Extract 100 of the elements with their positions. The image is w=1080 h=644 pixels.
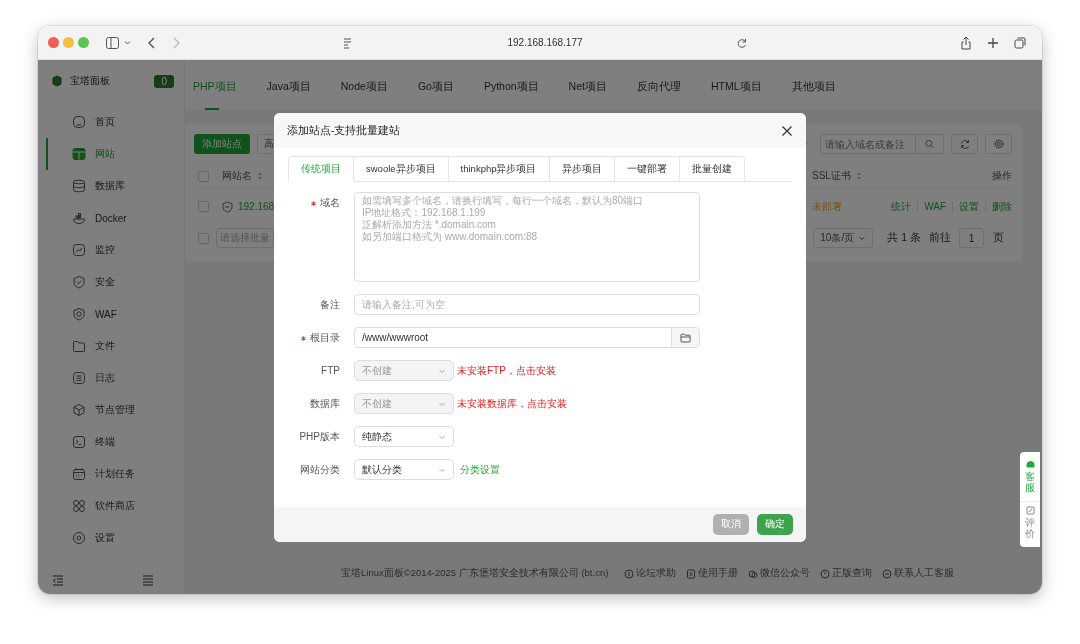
dialog-tab[interactable]: 异步项目	[549, 156, 615, 182]
plus-icon[interactable]	[987, 35, 999, 50]
dialog-title: 添加站点-支持批量建站	[287, 123, 401, 138]
dialog-tab[interactable]: 一键部署	[614, 156, 680, 182]
headset-icon	[882, 568, 893, 579]
input-field[interactable]: 请输入备注,可为空	[354, 294, 700, 315]
sidebar-item[interactable]: 终端	[46, 426, 184, 458]
footer-link[interactable]: 微信公众号	[748, 567, 811, 580]
project-tab[interactable]: 反向代理	[636, 76, 681, 110]
total-count: 共 1 条	[887, 231, 921, 245]
side-button[interactable]: 客服	[1020, 456, 1040, 497]
footer-link[interactable]: 论坛求助	[624, 567, 677, 580]
refresh-icon[interactable]	[959, 139, 970, 149]
field-label: 数据库	[310, 398, 340, 409]
settings-link[interactable]: 分类设置	[460, 459, 500, 480]
goto-label: 前往	[929, 231, 951, 245]
home-icon	[72, 115, 86, 129]
action-link[interactable]: 设置	[959, 199, 979, 214]
action-link[interactable]: 统计	[891, 199, 912, 214]
field-label: 域名	[320, 197, 340, 208]
field-label: 根目录	[310, 332, 340, 343]
dialog-tab[interactable]: thinkphp异步项目	[448, 156, 550, 182]
shield-badge-icon	[72, 307, 86, 321]
reload-icon[interactable]	[737, 36, 747, 49]
footer-link[interactable]: 正版查询	[820, 567, 873, 580]
select-field[interactable]: 默认分类	[354, 459, 454, 480]
forward-icon[interactable]	[171, 35, 181, 50]
window-control[interactable]	[78, 37, 89, 48]
chat-icon	[1025, 460, 1035, 469]
project-tab[interactable]: PHP项目	[193, 76, 237, 110]
chat-icon	[748, 568, 759, 579]
dialog-tab[interactable]: swoole异步项目	[354, 156, 449, 182]
sort-icon[interactable]	[855, 171, 862, 181]
reader-icon[interactable]	[343, 36, 353, 49]
folder-icon	[72, 339, 86, 353]
cube-icon	[72, 403, 86, 417]
field-label: 备注	[320, 299, 340, 310]
project-tab[interactable]: HTML项目	[710, 76, 762, 110]
shield-icon	[72, 275, 86, 289]
sidebar-item[interactable]: 日志	[46, 362, 184, 394]
back-icon[interactable]	[147, 35, 157, 50]
sidebar-item[interactable]: 文件	[46, 330, 184, 362]
side-button[interactable]: 评价	[1020, 501, 1040, 543]
confirm-button[interactable]: 确定	[757, 514, 793, 535]
folder-icon[interactable]	[680, 332, 691, 343]
menu-icon[interactable]	[142, 574, 154, 586]
sort-icon[interactable]	[257, 171, 263, 181]
checkbox[interactable]	[198, 170, 209, 182]
sidebar-item[interactable]: 节点管理	[46, 394, 184, 426]
project-tab[interactable]: 其他项目	[791, 76, 836, 110]
action-link[interactable]: 删除	[992, 199, 1012, 214]
project-tab[interactable]: Python项目	[483, 76, 539, 110]
edit-icon	[1025, 506, 1035, 515]
sidebar-item[interactable]: 监控	[46, 234, 184, 266]
database-icon	[72, 179, 86, 193]
select-field[interactable]: 纯静态	[354, 426, 454, 447]
checkbox[interactable]	[198, 201, 209, 212]
close-icon[interactable]	[781, 124, 793, 137]
action-link[interactable]: WAF	[924, 201, 946, 212]
sidebar-item[interactable]: Docker	[46, 202, 184, 234]
sidebar-item[interactable]: 首页	[46, 106, 184, 138]
sidebar-toggle-icon[interactable]	[105, 35, 133, 50]
footer-link[interactable]: 使用手册	[686, 567, 739, 580]
field-label: FTP	[321, 365, 340, 376]
sidebar-item[interactable]: 软件商店	[46, 490, 184, 522]
address-bar[interactable]: 192.168.168.177	[359, 37, 731, 48]
site-link[interactable]: 192.168.	[238, 201, 277, 212]
sidebar-item[interactable]: 计划任务	[46, 458, 184, 490]
checkbox[interactable]	[198, 232, 209, 244]
field-label: PHP版本	[299, 431, 340, 442]
add-site-button[interactable]: 添加站点	[194, 134, 250, 154]
sidebar-item[interactable]: 安全	[46, 266, 184, 298]
project-tab[interactable]: Net项目	[568, 76, 607, 110]
window-control[interactable]	[63, 37, 74, 48]
cube-logo-icon	[52, 75, 62, 87]
apps-icon	[72, 499, 86, 513]
tabs-icon[interactable]	[1014, 35, 1026, 50]
project-tab[interactable]: Go项目	[417, 76, 454, 110]
page-size-select[interactable]: 10条/页	[813, 228, 874, 248]
dialog-tab[interactable]: 批量创建	[679, 156, 745, 182]
project-tab[interactable]: Java项目	[266, 76, 311, 110]
list-icon	[72, 371, 86, 385]
project-tab[interactable]: Node项目	[340, 76, 388, 110]
footer-link[interactable]: 联系人工客服	[882, 567, 955, 580]
settings-icon[interactable]	[993, 139, 1004, 149]
dialog-tab[interactable]: 传统项目	[288, 156, 354, 182]
share-icon[interactable]	[960, 35, 972, 50]
info-icon	[820, 568, 831, 579]
page-input[interactable]: 1	[959, 228, 984, 248]
column-header: 操作	[991, 169, 1012, 183]
search-field[interactable]: 请输入域名或备注	[820, 134, 944, 154]
column-header: SSL证书	[812, 169, 851, 183]
collapse-icon[interactable]	[52, 574, 64, 586]
sidebar-item[interactable]: WAF	[46, 298, 184, 330]
sidebar-item[interactable]: 设置	[46, 522, 184, 554]
calendar-icon	[72, 467, 86, 481]
sidebar-item[interactable]: 数据库	[46, 170, 184, 202]
window-control[interactable]	[48, 37, 59, 48]
settings-icon	[72, 531, 86, 545]
path-field[interactable]: /www/wwwroot	[354, 327, 700, 348]
